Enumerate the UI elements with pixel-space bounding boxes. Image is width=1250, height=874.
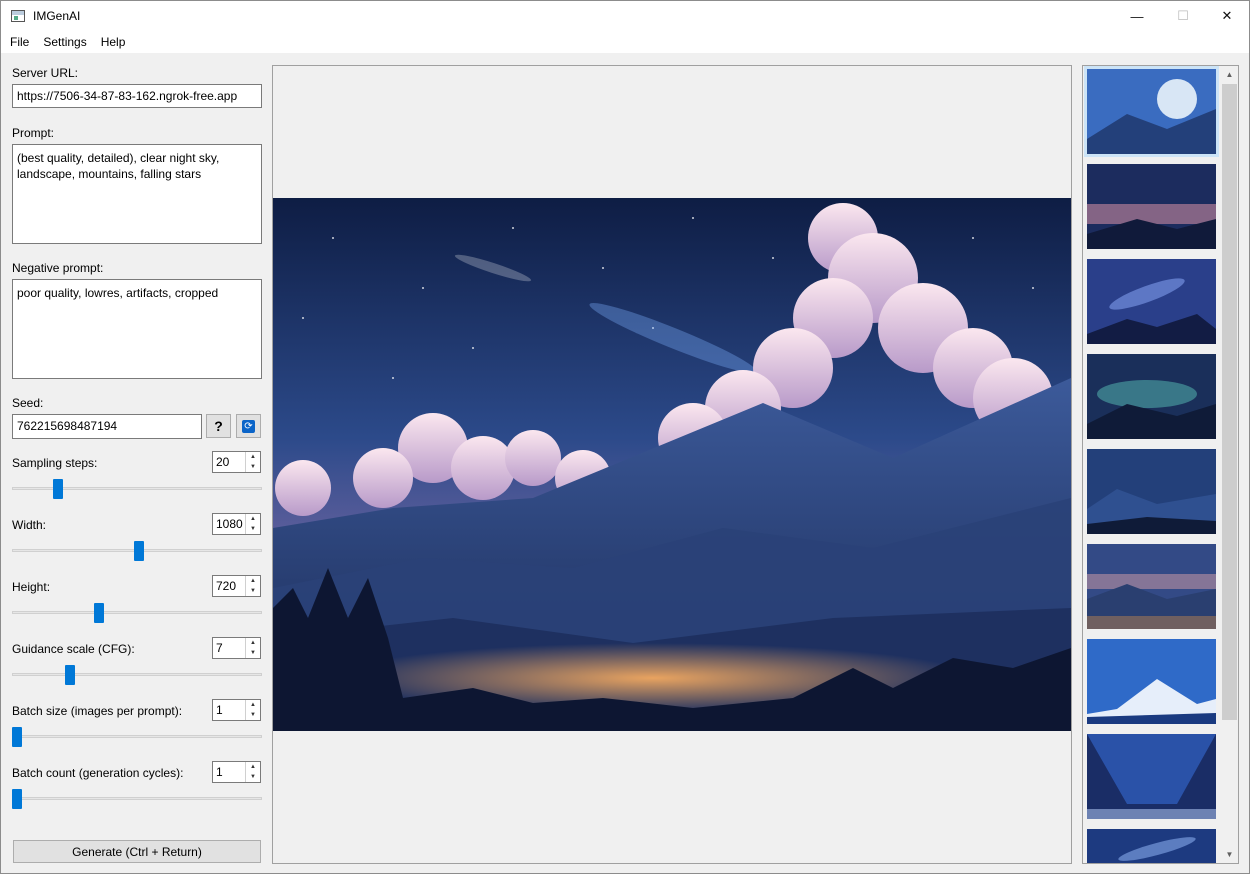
thumbnail-2[interactable] [1087,164,1216,249]
width-spinbox[interactable]: 1080 ▲ ▼ [212,513,261,535]
height-slider-handle[interactable] [93,603,104,623]
batch-size-slider[interactable] [12,735,262,738]
menu-bar: File Settings Help [1,31,1249,53]
width-slider-handle[interactable] [134,541,145,561]
thumbnail-7[interactable] [1087,639,1216,724]
thumbnail-4[interactable] [1087,354,1216,439]
menu-settings[interactable]: Settings [36,35,93,49]
seed-label: Seed: [12,396,44,410]
thumbnail-8[interactable] [1087,734,1216,819]
prompt-textarea[interactable]: (best quality, detailed), clear night sk… [12,144,262,244]
cfg-slider-handle[interactable] [64,665,75,685]
batch-count-value: 1 [216,765,223,779]
spin-up-icon[interactable]: ▲ [246,638,260,648]
seed-help-button[interactable]: ? [206,414,231,438]
batch-size-label: Batch size (images per prompt): [12,704,183,718]
height-slider[interactable] [12,611,262,614]
height-spinbox[interactable]: 720 ▲ ▼ [212,575,261,597]
spin-up-icon[interactable]: ▲ [246,762,260,772]
batch-count-slider[interactable] [12,797,262,800]
close-button[interactable]: ✕ [1204,1,1250,31]
server-url-label: Server URL: [12,66,79,80]
batch-size-spinbox[interactable]: 1 ▲ ▼ [212,699,261,721]
generate-button[interactable]: Generate (Ctrl + Return) [13,840,261,863]
title-bar: IMGenAI — ☐ ✕ [1,1,1249,31]
seed-randomize-button[interactable]: ⟳ [236,414,261,438]
thumbnail-6[interactable] [1087,544,1216,629]
menu-help[interactable]: Help [94,35,133,49]
scrollbar-thumb[interactable] [1222,84,1237,720]
cfg-value: 7 [216,641,223,655]
negative-prompt-textarea[interactable]: poor quality, lowres, artifacts, cropped [12,279,262,379]
batch-size-value: 1 [216,703,223,717]
spin-down-icon[interactable]: ▼ [246,462,260,472]
batch-count-label: Batch count (generation cycles): [12,766,184,780]
sampling-steps-label: Sampling steps: [12,456,98,470]
prompt-label: Prompt: [12,126,55,140]
width-label: Width: [12,518,47,532]
sampling-steps-spinbox[interactable]: 20 ▲ ▼ [212,451,261,473]
batch-size-slider-handle[interactable] [12,727,22,747]
scroll-down-icon[interactable]: ▼ [1221,846,1238,863]
thumbnail-3[interactable] [1087,259,1216,344]
spin-down-icon[interactable]: ▼ [246,710,260,720]
gallery-scrollbar[interactable]: ▲ ▼ [1221,66,1238,863]
spin-up-icon[interactable]: ▲ [246,452,260,462]
batch-count-slider-handle[interactable] [12,789,22,809]
spin-down-icon[interactable]: ▼ [246,524,260,534]
minimize-button[interactable]: — [1114,1,1160,31]
maximize-button[interactable]: ☐ [1160,1,1206,31]
sampling-steps-slider[interactable] [12,487,262,490]
cfg-slider[interactable] [12,673,262,676]
refresh-icon: ⟳ [242,419,255,433]
window-title: IMGenAI [33,9,81,23]
sampling-steps-value: 20 [216,455,230,469]
cfg-spinbox[interactable]: 7 ▲ ▼ [212,637,261,659]
scroll-up-icon[interactable]: ▲ [1221,66,1238,83]
sampling-steps-slider-handle[interactable] [52,479,63,499]
batch-count-spinbox[interactable]: 1 ▲ ▼ [212,761,261,783]
spin-down-icon[interactable]: ▼ [246,586,260,596]
thumbnail-gallery [1082,65,1239,864]
generated-image[interactable] [273,198,1071,731]
help-icon: ? [214,418,223,434]
spin-down-icon[interactable]: ▼ [246,772,260,782]
spin-down-icon[interactable]: ▼ [246,648,260,658]
server-url-input[interactable]: https://7506-34-87-83-162.ngrok-free.app [12,84,262,108]
width-value: 1080 [216,517,243,531]
thumbnail-9[interactable] [1087,829,1216,863]
spin-up-icon[interactable]: ▲ [246,576,260,586]
height-value: 720 [216,579,237,593]
spin-up-icon[interactable]: ▲ [246,700,260,710]
negative-prompt-label: Negative prompt: [12,261,104,275]
menu-file[interactable]: File [1,35,36,49]
thumbnail-5[interactable] [1087,449,1216,534]
app-icon [11,10,25,22]
height-label: Height: [12,580,51,594]
spin-up-icon[interactable]: ▲ [246,514,260,524]
seed-input[interactable]: 762215698487194 [12,414,202,439]
cfg-label: Guidance scale (CFG): [12,642,135,656]
thumbnail-1[interactable] [1084,66,1219,157]
app-window: IMGenAI — ☐ ✕ File Settings Help Server … [0,0,1250,874]
